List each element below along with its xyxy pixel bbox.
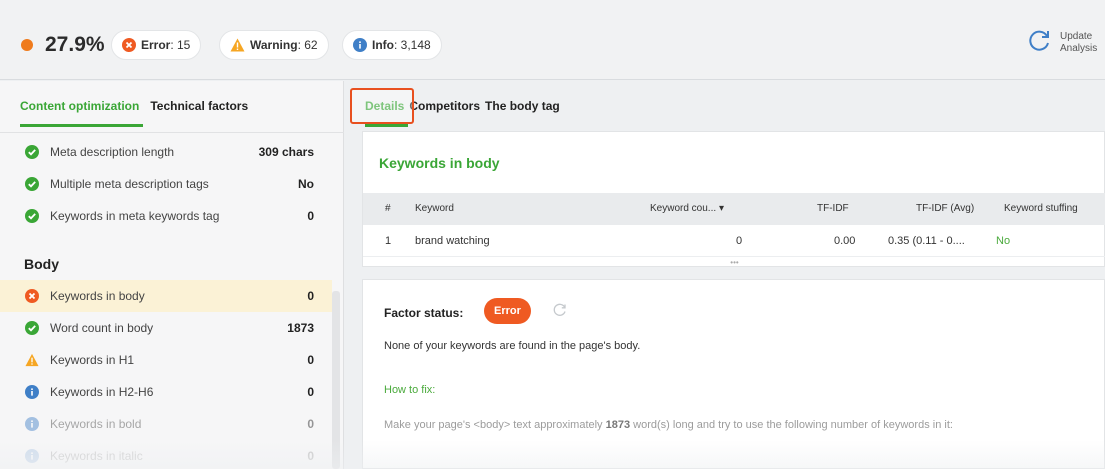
factor-row-keywords-in-h1[interactable]: Keywords in H1 0 [0, 344, 332, 376]
left-tabs: Content optimization Technical factors [20, 99, 248, 127]
factor-value: 0 [307, 289, 314, 303]
col-header-tfidf-avg[interactable]: TF-IDF (Avg) [916, 193, 974, 225]
error-count: : 15 [170, 38, 191, 52]
keywords-card-title: Keywords in body [379, 155, 500, 171]
tab-content-optimization[interactable]: Content optimization [20, 99, 144, 127]
check-icon [25, 321, 39, 335]
how-to-fix-heading: How to fix: [384, 384, 436, 396]
error-filter-button[interactable]: Error : 15 [111, 30, 202, 60]
top-bar: 27.9% Error : 15 Warning : 62 Info : 3,1… [0, 0, 1105, 80]
cell-tfidf: 0.00 [834, 235, 856, 247]
factor-label: Keywords in italic [50, 449, 143, 463]
error-icon [122, 38, 136, 52]
check-icon [25, 145, 39, 159]
factor-row-word-count-in-body[interactable]: Word count in body 1873 [0, 312, 332, 344]
cell-number: 1 [385, 235, 392, 247]
check-icon [25, 177, 39, 191]
tab-the-body-tag[interactable]: The body tag [485, 99, 560, 127]
table-header: # Keyword Keyword cou... ▾ TF-IDF TF-IDF… [363, 193, 1105, 225]
info-icon [25, 385, 39, 399]
sort-desc-icon: ▾ [718, 203, 724, 214]
table-row[interactable]: 1 brand watching 0 0.00 0.35 (0.11 - 0..… [363, 225, 1105, 257]
left-scrollbar[interactable] [332, 291, 340, 469]
score-value: 27.9% [45, 33, 105, 56]
keywords-card: Keywords in body # Keyword Keyword cou..… [362, 131, 1105, 267]
factor-value: 0 [307, 209, 314, 223]
col-header-number[interactable]: # [385, 193, 391, 225]
section-heading-body: Body [24, 256, 59, 272]
factor-label: Keywords in body [50, 289, 145, 303]
info-label: Info [372, 38, 394, 52]
details-tab-highlight-box [350, 88, 414, 124]
tab-technical-factors[interactable]: Technical factors [150, 99, 248, 127]
update-label-line1: Update [1060, 30, 1093, 42]
warning-filter-button[interactable]: Warning : 62 [219, 30, 329, 60]
info-filter-button[interactable]: Info : 3,148 [342, 30, 442, 60]
factor-label: Keywords in H1 [50, 353, 135, 367]
error-label: Error [141, 38, 171, 52]
resize-grip[interactable]: ••• [363, 259, 1105, 268]
factor-status-card: Factor status: Error None of your keywor… [362, 279, 1105, 469]
info-icon [25, 417, 39, 431]
factor-row-meta-description-length[interactable]: Meta description length 309 chars [0, 136, 332, 168]
factor-label: Keywords in bold [50, 417, 142, 431]
factor-row-keywords-in-bold[interactable]: Keywords in bold 0 [0, 408, 332, 440]
factor-status-message: None of your keywords are found in the p… [384, 340, 641, 352]
factor-value: 0 [307, 385, 314, 399]
col-header-tfidf[interactable]: TF-IDF [817, 193, 849, 225]
col-header-keyword-count[interactable]: Keyword cou... ▾ [650, 193, 724, 225]
factor-row-keywords-in-body[interactable]: Keywords in body 0 [0, 280, 332, 312]
factor-row-keywords-in-meta-keywords-tag[interactable]: Keywords in meta keywords tag 0 [0, 200, 332, 232]
factor-label: Word count in body [50, 321, 154, 335]
cell-keyword-count: 0 [736, 235, 743, 247]
factor-value: No [298, 177, 314, 191]
factor-label: Keywords in meta keywords tag [50, 209, 220, 223]
factors-panel: Content optimization Technical factors M… [0, 81, 344, 469]
cell-keyword: brand watching [415, 235, 490, 247]
factor-row-keywords-in-italic[interactable]: Keywords in italic 0 [0, 440, 332, 469]
factor-value: 309 chars [258, 145, 314, 159]
info-count: : 3,148 [394, 38, 431, 52]
info-icon [353, 38, 367, 52]
warning-count: : 62 [297, 38, 318, 52]
col-header-keyword[interactable]: Keyword [415, 193, 454, 225]
factor-status-label: Factor status: [384, 306, 464, 320]
factor-value: 1873 [287, 321, 314, 335]
factor-label: Meta description length [50, 145, 175, 159]
warning-icon [25, 353, 39, 367]
check-icon [25, 209, 39, 223]
update-analysis-button[interactable]: Update Analysis [1026, 28, 1097, 57]
warning-label: Warning [250, 38, 298, 52]
tab-competitors[interactable]: Competitors [409, 99, 480, 127]
factor-label: Keywords in H2-H6 [50, 385, 154, 399]
factor-value: 0 [307, 417, 314, 431]
warning-icon [230, 38, 245, 52]
factor-value: 0 [307, 353, 314, 367]
refresh-icon [1026, 28, 1052, 57]
divider [0, 132, 344, 133]
cell-keyword-stuffing: No [996, 235, 1011, 247]
factor-value: 0 [307, 449, 314, 463]
info-icon [25, 449, 39, 463]
factor-row-keywords-in-h2-h6[interactable]: Keywords in H2-H6 0 [0, 376, 332, 408]
error-icon [25, 289, 39, 303]
cell-tfidf-avg: 0.35 (0.11 - 0.... [888, 235, 965, 247]
col-header-keyword-stuffing[interactable]: Keyword stuffing [1004, 193, 1078, 225]
factor-label: Multiple meta description tags [50, 177, 209, 191]
score-indicator [21, 39, 33, 51]
refresh-factor-icon[interactable] [553, 303, 567, 320]
update-label-line2: Analysis [1060, 42, 1098, 54]
how-to-fix-text: Make your page's <body> text approximate… [384, 419, 953, 431]
status-badge: Error [484, 298, 531, 324]
factor-row-multiple-meta-description-tags[interactable]: Multiple meta description tags No [0, 168, 332, 200]
